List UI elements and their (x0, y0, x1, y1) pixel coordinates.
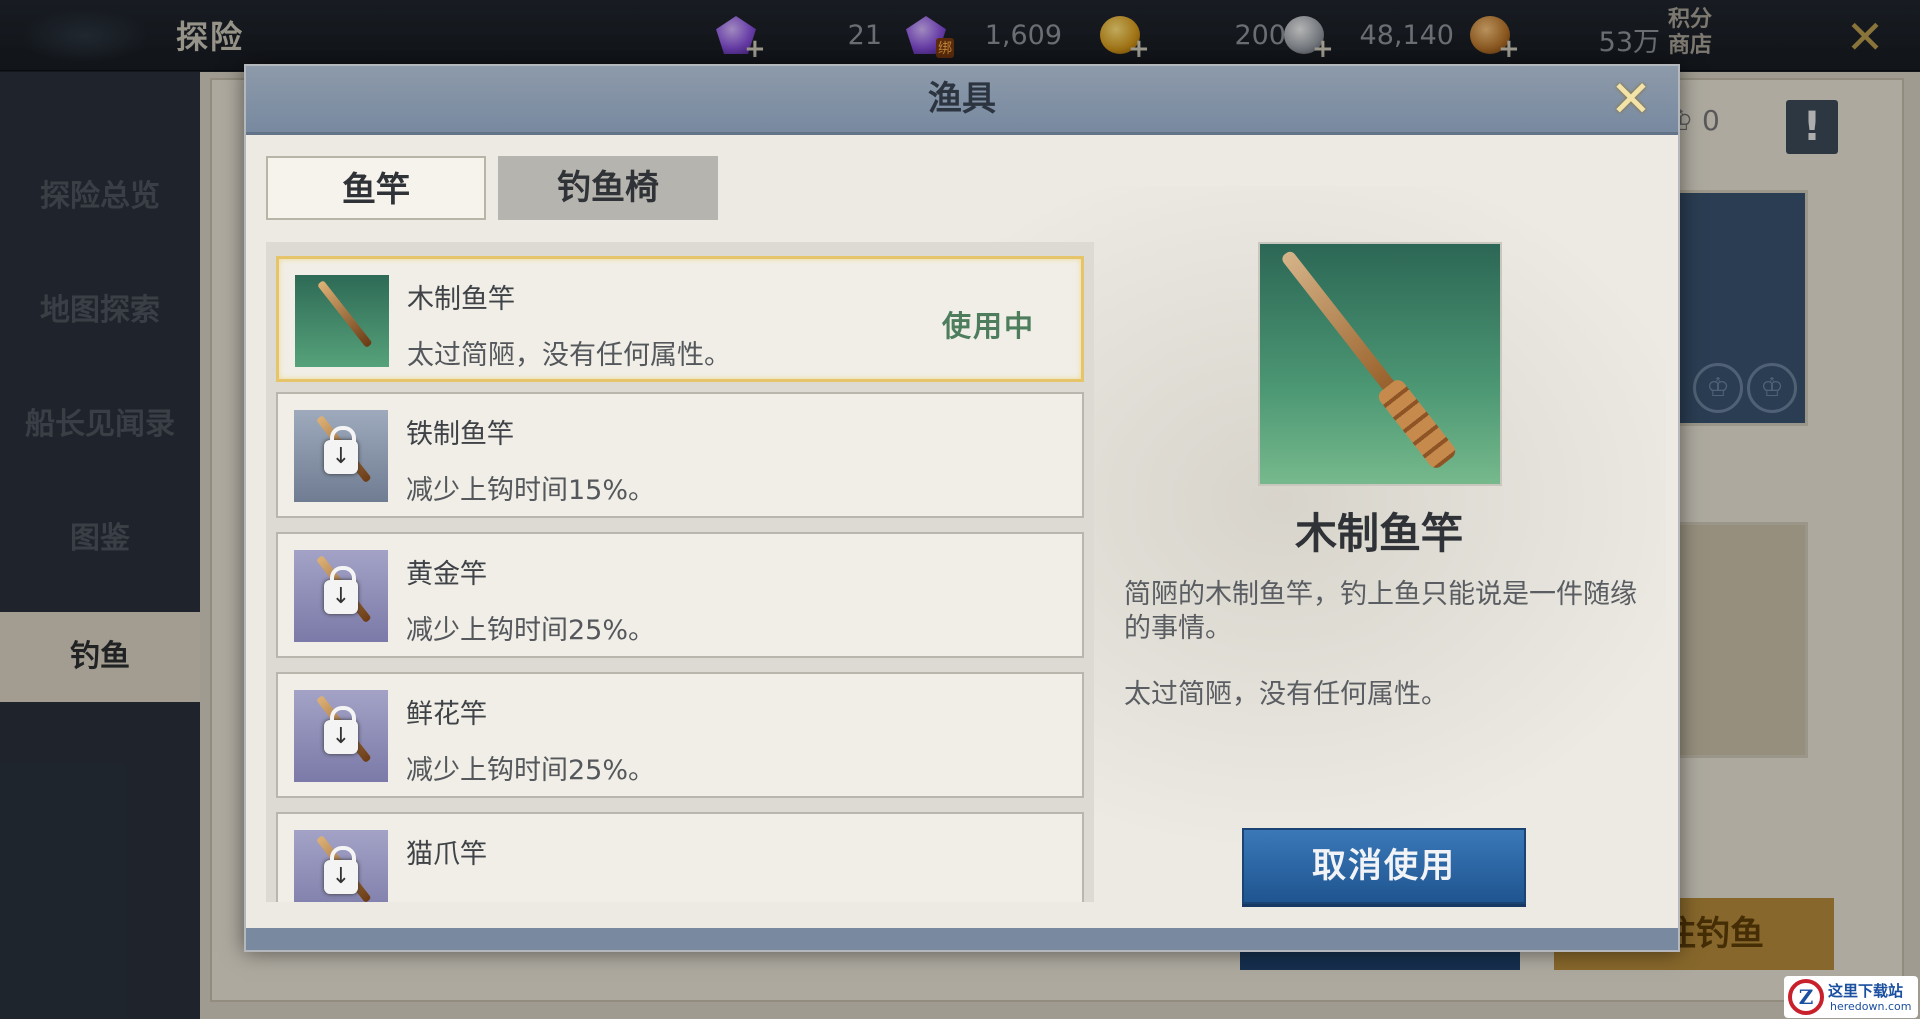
dialog-footer (246, 928, 1678, 950)
watermark-text: 这里下载站 (1828, 982, 1904, 1000)
in-use-badge: 使用中 (941, 309, 1035, 343)
rod-list[interactable]: 木制鱼竿 太过简陋，没有任何属性。 使用中 ↓ 铁制鱼竿 减少上钩时间15%。 … (266, 242, 1094, 902)
flower-rod-thumbnail: ↓ (294, 690, 388, 782)
item-name: 黄金竿 (406, 559, 487, 590)
lock-icon: ↓ (324, 426, 358, 474)
watermark-logo-icon: Z (1788, 979, 1824, 1015)
fishing-rod-icon (317, 280, 373, 349)
site-watermark: Z 这里下载站 heredown.com (1784, 976, 1918, 1018)
item-desc: 减少上钩时间25%。 (406, 755, 656, 786)
wooden-rod-thumbnail (295, 275, 389, 367)
list-item[interactable]: ↓ 铁制鱼竿 减少上钩时间15%。 (276, 392, 1084, 518)
tab-fishing-rod[interactable]: 鱼竿 (266, 156, 486, 220)
watermark-url: heredown.com (1830, 1000, 1912, 1013)
selected-rod-name: 木制鱼竿 (1294, 509, 1463, 558)
selected-rod-effect: 太过简陋，没有任何属性。 (1124, 679, 1448, 710)
lock-icon: ↓ (324, 846, 358, 894)
cancel-use-button[interactable]: 取消使用 (1242, 828, 1526, 904)
close-icon[interactable]: ✕ (1606, 74, 1656, 124)
list-item[interactable]: ↓ 黄金竿 减少上钩时间25%。 (276, 532, 1084, 658)
item-desc: 减少上钩时间25%。 (406, 615, 656, 646)
gold-rod-thumbnail: ↓ (294, 550, 388, 642)
lock-icon: ↓ (324, 566, 358, 614)
item-name: 猫爪竿 (406, 839, 487, 870)
rod-grip (1375, 376, 1459, 472)
dialog-title: 渔具 (928, 79, 996, 119)
item-desc: 太过简陋，没有任何属性。 (407, 340, 731, 371)
list-item[interactable]: ↓ 猫爪竿 (276, 812, 1084, 902)
iron-rod-thumbnail: ↓ (294, 410, 388, 502)
item-name: 鲜花竿 (406, 699, 487, 730)
lock-icon: ↓ (324, 706, 358, 754)
fishing-gear-dialog: 渔具 ✕ 鱼竿 钓鱼椅 木制鱼竿 太过简陋，没有任何属性。 使用中 ↓ 铁制鱼竿… (244, 64, 1680, 952)
list-item[interactable]: ↓ 鲜花竿 减少上钩时间25%。 (276, 672, 1084, 798)
item-name: 铁制鱼竿 (406, 419, 514, 450)
selected-rod-description: 简陋的木制鱼竿，钓上鱼只能说是一件随缘的事情。 (1124, 579, 1637, 644)
item-desc: 减少上钩时间15%。 (406, 475, 656, 506)
list-item[interactable]: 木制鱼竿 太过简陋，没有任何属性。 使用中 (276, 256, 1084, 382)
cat-paw-rod-thumbnail: ↓ (294, 830, 388, 902)
selected-rod-image (1258, 242, 1502, 486)
item-name: 木制鱼竿 (407, 284, 515, 315)
tab-fishing-chair[interactable]: 钓鱼椅 (498, 156, 718, 220)
